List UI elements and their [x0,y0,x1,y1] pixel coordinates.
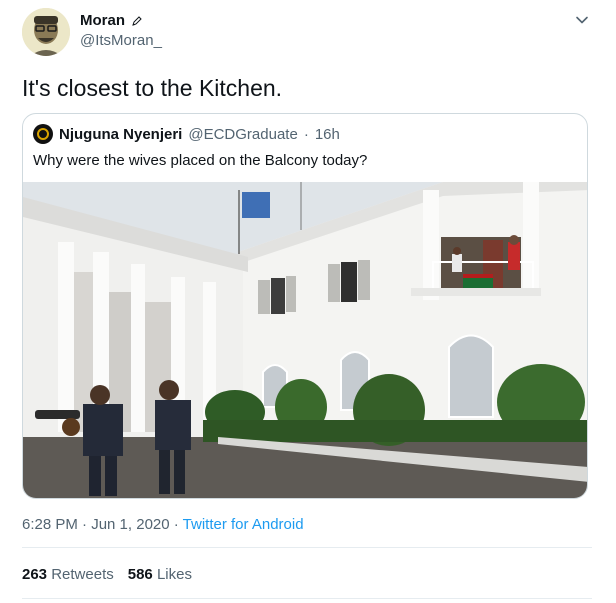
tweet-timestamp[interactable]: 6:28 PM · Jun 1, 2020 [22,516,170,533]
retweets-count: 263 [22,566,48,583]
likes-count: 586 [127,566,153,583]
quoted-tweet-text: Why were the wives placed on the Balcony… [33,152,368,169]
quoted-author-handle: @ECDGraduate [188,125,298,143]
tweet-meta: 6:28 PM · Jun 1, 2020 · Twitter for Andr… [22,516,304,533]
tweet-text: It's closest to the Kitchen. [22,75,283,101]
author-avatar[interactable] [22,8,70,56]
author-handle[interactable]: @ItsMoran_ [80,31,162,51]
author-block: Moran @ItsMoran_ [80,11,162,51]
quoted-author-avatar [33,124,53,144]
likes-label: Likes [156,566,192,583]
retweets-stat[interactable]: 263 Retweets [22,566,114,583]
tweet-stats: 263 Retweets 586 Likes [22,566,192,583]
retweets-label: Retweets [51,566,114,583]
divider [22,598,592,599]
tweet: Moran @ItsMoran_ It's closest to the Kit… [0,0,616,603]
quoted-time: 16h [314,125,340,143]
pen-icon [132,16,142,26]
avatar-image [22,8,70,56]
tweet-source-link[interactable]: Twitter for Android [183,516,304,533]
quoted-tweet-header: Njuguna Nyenjeri @ECDGraduate · 16h [33,124,340,144]
quoted-tweet[interactable]: Njuguna Nyenjeri @ECDGraduate · 16h Why … [22,113,588,499]
quoted-separator: · [303,125,309,143]
meta-separator: · [173,516,179,533]
quoted-tweet-photo[interactable] [23,182,588,499]
chevron-down-icon[interactable] [574,12,590,28]
divider [22,547,592,548]
quoted-author-name: Njuguna Nyenjeri [59,125,183,143]
likes-stat[interactable]: 586 Likes [128,566,192,583]
author-name[interactable]: Moran [80,11,125,31]
